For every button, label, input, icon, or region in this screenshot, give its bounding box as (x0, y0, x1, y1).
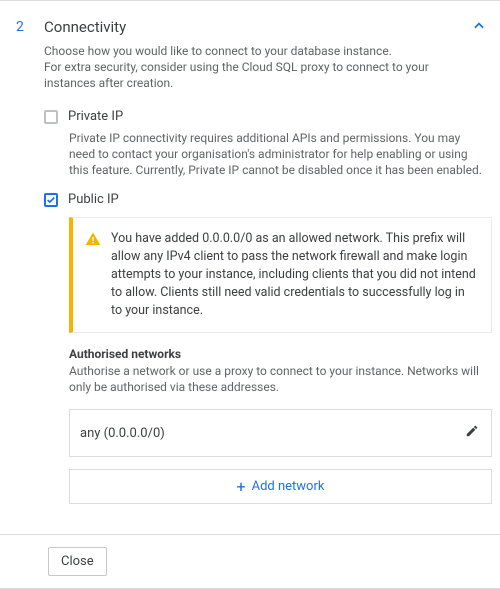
pencil-icon (465, 424, 479, 438)
public-ip-subsection: You have added 0.0.0.0/0 as an allowed n… (69, 217, 492, 504)
authorised-networks-description: Authorise a network or use a proxy to co… (69, 363, 492, 395)
public-ip-label: Public IP (68, 192, 119, 207)
add-network-button[interactable]: + Add network (69, 469, 492, 504)
private-ip-checkbox[interactable] (44, 110, 58, 124)
add-network-label: Add network (252, 479, 325, 494)
header-main: Connectivity Choose how you would like t… (44, 17, 452, 91)
section-description: Choose how you would like to connect to … (44, 43, 452, 91)
close-button[interactable]: Close (48, 547, 107, 576)
authorised-networks-heading: Authorised networks (69, 347, 492, 361)
network-entry-row: any (0.0.0.0/0) (69, 409, 492, 457)
chevron-up-icon (472, 19, 486, 33)
connectivity-section: 2 Connectivity Choose how you would like… (0, 0, 500, 535)
footer: Close (0, 535, 500, 589)
step-number: 2 (16, 17, 30, 37)
private-ip-option: Private IP Private IP connectivity requi… (44, 109, 492, 178)
private-ip-description: Private IP connectivity requires additio… (69, 130, 484, 178)
public-ip-checkbox[interactable] (44, 193, 58, 207)
network-entry-label: any (0.0.0.0/0) (80, 426, 165, 441)
plus-icon: + (237, 480, 246, 493)
warning-banner: You have added 0.0.0.0/0 as an allowed n… (69, 217, 492, 333)
private-ip-label: Private IP (68, 109, 123, 124)
edit-network-button[interactable] (463, 422, 481, 444)
warning-text: You have added 0.0.0.0/0 as an allowed n… (111, 230, 477, 320)
private-ip-checkbox-row[interactable]: Private IP (44, 109, 492, 124)
warning-icon (85, 231, 101, 320)
collapse-toggle[interactable] (466, 17, 492, 35)
section-header: 2 Connectivity Choose how you would like… (16, 17, 492, 91)
public-ip-option: Public IP You have added 0.0.0.0/0 as an… (44, 192, 492, 504)
section-body: Private IP Private IP connectivity requi… (44, 109, 492, 504)
section-title: Connectivity (44, 17, 452, 37)
public-ip-checkbox-row[interactable]: Public IP (44, 192, 492, 207)
